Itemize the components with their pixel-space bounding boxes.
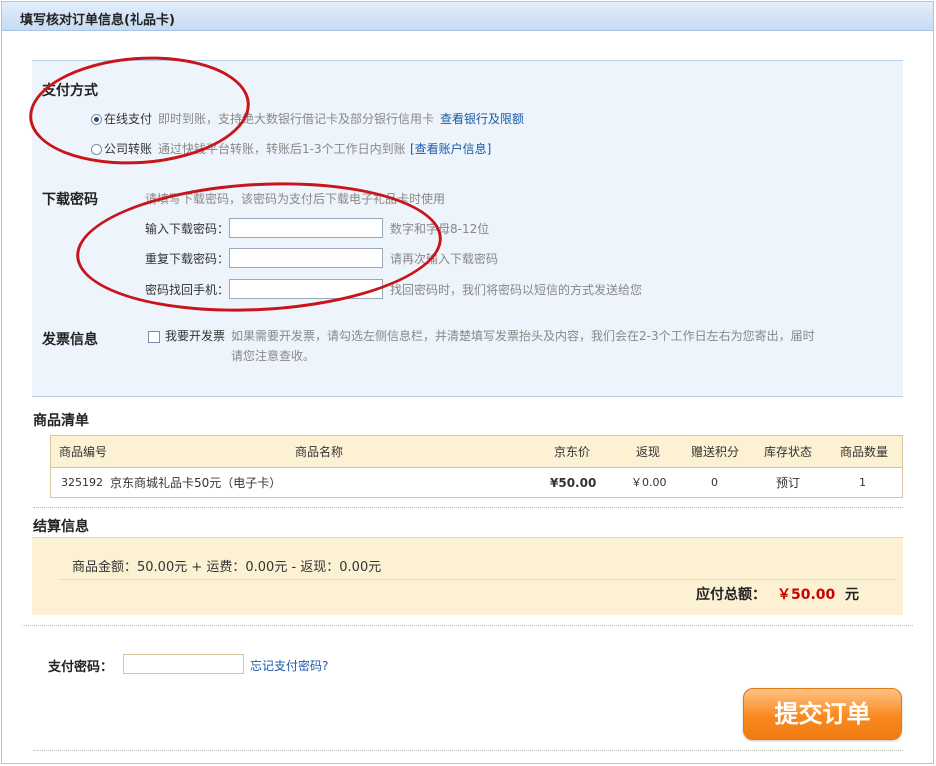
- col-header-cashback: 返现: [636, 445, 661, 459]
- divider: [33, 507, 903, 508]
- view-account-link[interactable]: [查看账户信息]: [410, 140, 491, 157]
- invoice-checkbox[interactable]: [148, 331, 160, 343]
- download-password-label: 下载密码: [42, 192, 98, 208]
- total-label: 应付总额：: [696, 587, 766, 603]
- invoice-desc-line1: 如果需要开发票，请勾选左侧信息栏，并清楚填写发票抬头及内容，我们会在2-3个工作…: [231, 329, 815, 343]
- settlement-panel: [32, 537, 903, 615]
- total-unit: 元: [845, 587, 859, 603]
- goods-table-header: 商品编号 商品名称 京东价 返现 赠送积分 库存状态 商品数量: [51, 436, 902, 468]
- submit-order-button[interactable]: 提交订单: [743, 688, 902, 740]
- payment-method-label: 支付方式: [42, 83, 98, 99]
- goods-points: 0: [711, 476, 718, 489]
- company-transfer-label[interactable]: 公司转账: [104, 140, 152, 157]
- pay-password-label: 支付密码：: [48, 660, 114, 675]
- goods-price: ¥50.00: [550, 476, 597, 490]
- recovery-phone-tip: 找回密码时，我们将密码以短信的方式发送给您: [390, 283, 643, 297]
- pay-password-input[interactable]: [123, 654, 244, 674]
- recovery-phone-label: 密码找回手机：: [145, 283, 230, 297]
- goods-id: 325192: [61, 476, 103, 489]
- repeat-password-input[interactable]: [229, 248, 383, 268]
- col-header-id: 商品编号: [59, 445, 108, 459]
- col-header-points: 赠送积分: [691, 445, 740, 459]
- settlement-label: 结算信息: [33, 519, 89, 535]
- col-header-qty: 商品数量: [840, 445, 889, 459]
- download-password-hint: 请填写下载密码，该密码为支付后下载电子礼品卡时使用: [145, 192, 446, 206]
- col-header-stock: 库存状态: [764, 445, 813, 459]
- enter-password-label: 输入下载密码：: [145, 222, 230, 236]
- table-row: 325192 京东商城礼品卡50元（电子卡） ¥50.00 ￥0.00 0 预订…: [51, 468, 902, 497]
- goods-list-label: 商品清单: [33, 413, 89, 429]
- col-header-price: 京东价: [554, 445, 591, 459]
- enter-password-tip: 数字和字母8-12位: [390, 222, 490, 236]
- goods-table: 商品编号 商品名称 京东价 返现 赠送积分 库存状态 商品数量 325192 京…: [50, 435, 903, 498]
- page-title: 填写核对订单信息(礼品卡): [20, 13, 175, 28]
- goods-cashback: ￥0.00: [631, 476, 667, 489]
- forgot-pay-password-link[interactable]: 忘记支付密码?: [250, 657, 328, 674]
- invoice-info-label: 发票信息: [42, 332, 98, 348]
- col-header-name: 商品名称: [295, 445, 344, 459]
- radio-online-payment[interactable]: [91, 114, 102, 125]
- recovery-phone-input[interactable]: [229, 279, 383, 299]
- view-banks-link[interactable]: 查看银行及限额: [440, 110, 524, 127]
- goods-name[interactable]: 京东商城礼品卡50元（电子卡）: [110, 468, 281, 498]
- divider: [60, 579, 895, 580]
- radio-company-transfer[interactable]: [91, 144, 102, 155]
- invoice-desc-line2: 请您注意查收。: [231, 349, 316, 363]
- enter-password-input[interactable]: [229, 218, 383, 238]
- settlement-summary: 商品金额：50.00元 + 运费：0.00元 - 返现：0.00元: [72, 560, 382, 575]
- invoice-checkbox-label[interactable]: 我要开发票: [165, 327, 225, 344]
- title-bar: 填写核对订单信息(礼品卡): [2, 2, 933, 31]
- goods-qty: 1: [859, 476, 866, 489]
- online-payment-label[interactable]: 在线支付: [104, 110, 152, 127]
- divider: [33, 750, 903, 751]
- online-payment-desc: 即时到账，支持绝大数银行借记卡及部分银行信用卡: [158, 112, 435, 126]
- company-transfer-desc: 通过快钱平台转账，转账后1-3个工作日内到账: [158, 142, 406, 156]
- divider: [22, 625, 913, 626]
- repeat-password-tip: 请再次输入下载密码: [390, 252, 499, 266]
- goods-stock: 预订: [776, 476, 801, 490]
- repeat-password-label: 重复下载密码：: [145, 252, 230, 266]
- total-value: ￥50.00: [777, 587, 836, 603]
